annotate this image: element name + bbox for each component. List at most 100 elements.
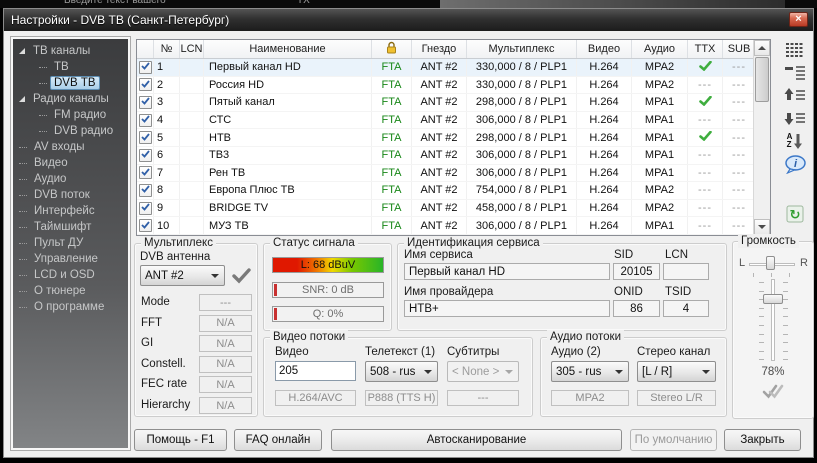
- close-button[interactable]: Закрыть: [724, 429, 801, 451]
- autoscan-button[interactable]: Автосканирование: [331, 429, 622, 451]
- channel-checkbox[interactable]: [139, 202, 152, 215]
- sort-az-icon[interactable]: AZ: [782, 131, 808, 151]
- sidebar-item[interactable]: ТВ каналы: [13, 43, 128, 59]
- sidebar-item-label: О программе: [30, 300, 108, 314]
- channel-sub: ---: [723, 59, 755, 76]
- header-checkbox-column[interactable]: [137, 40, 154, 58]
- channel-ttx: [688, 94, 723, 111]
- header-lcn[interactable]: LCN: [180, 40, 204, 58]
- titlebar[interactable]: Настройки - DVB ТВ (Санкт-Петербург) ×: [4, 9, 813, 31]
- header-name[interactable]: Наименование: [204, 40, 372, 58]
- channel-number: 9: [154, 200, 180, 217]
- channel-row[interactable]: 10МУЗ ТВFTAANT #2306,000 / 8 / PLP1H.264…: [137, 217, 755, 235]
- sidebar-item[interactable]: AV входы: [13, 139, 128, 155]
- sidebar-item[interactable]: DVB радио: [13, 123, 128, 139]
- check-icon: [141, 96, 150, 108]
- channel-row[interactable]: 6ТВ3FTAANT #2306,000 / 8 / PLP1H.264MPA1…: [137, 147, 755, 165]
- channel-table-body: 1Первый канал HDFTAANT #2330,000 / 8 / P…: [137, 59, 755, 235]
- header-socket[interactable]: Гнездо: [412, 40, 467, 58]
- scroll-down-button[interactable]: [754, 219, 770, 235]
- sidebar-item[interactable]: ТВ: [13, 59, 128, 75]
- volume-slider[interactable]: [771, 279, 775, 361]
- audio-select[interactable]: 305 - rus: [551, 361, 629, 382]
- channel-table-header: № LCN Наименование Гнездо Мультиплекс Ви…: [137, 40, 755, 59]
- sidebar-item[interactable]: О тюнере: [13, 283, 128, 299]
- remove-channel-icon[interactable]: [782, 62, 808, 82]
- header-encrypted[interactable]: [372, 40, 412, 58]
- tree-expand-icon[interactable]: [19, 96, 25, 102]
- scroll-up-button[interactable]: [754, 40, 770, 56]
- header-multiplex[interactable]: Мультиплекс: [467, 40, 577, 58]
- header-sub[interactable]: SUB: [723, 40, 755, 58]
- table-list-icon[interactable]: [782, 39, 808, 59]
- scrollbar-thumb[interactable]: [755, 57, 769, 102]
- sidebar-item-label: Видео: [30, 156, 72, 170]
- balance-thumb[interactable]: [766, 256, 775, 270]
- antenna-label: DVB антенна: [140, 251, 210, 263]
- channel-checkbox[interactable]: [139, 184, 152, 197]
- move-up-icon[interactable]: [782, 85, 808, 105]
- lcn-field: [663, 263, 709, 280]
- channel-checkbox[interactable]: [139, 131, 152, 144]
- sidebar-item[interactable]: Таймшифт: [13, 219, 128, 235]
- chevron-down-icon: [702, 370, 710, 374]
- channel-audio-codec: MPA1: [632, 94, 688, 111]
- channel-access: FTA: [372, 147, 412, 164]
- channel-row[interactable]: 9BRIDGE TVFTAANT #2458,000 / 8 / PLP1H.2…: [137, 200, 755, 218]
- channel-checkbox[interactable]: [139, 149, 152, 162]
- tree-expand-icon[interactable]: [19, 48, 25, 54]
- sidebar-item[interactable]: Управление: [13, 251, 128, 267]
- move-down-icon[interactable]: [782, 108, 808, 128]
- titlebar-close-button[interactable]: ×: [789, 12, 808, 27]
- tree-connector: [39, 67, 47, 68]
- channel-row[interactable]: 3Пятый каналFTAANT #2298,000 / 8 / PLP1H…: [137, 94, 755, 112]
- video-pid-input[interactable]: [275, 361, 356, 381]
- sidebar-item[interactable]: Пульт ДУ: [13, 235, 128, 251]
- sidebar-item[interactable]: DVB поток: [13, 187, 128, 203]
- sidebar-item[interactable]: DVB ТВ: [13, 75, 128, 91]
- volume-percent: 78%: [733, 366, 813, 378]
- sidebar-item[interactable]: Аудио: [13, 171, 128, 187]
- channel-row[interactable]: 1Первый канал HDFTAANT #2330,000 / 8 / P…: [137, 59, 755, 77]
- antenna-select[interactable]: ANT #2: [140, 265, 225, 286]
- channel-checkbox[interactable]: [139, 96, 152, 109]
- channel-checkbox[interactable]: [139, 114, 152, 127]
- check-icon: [141, 167, 150, 179]
- channel-row[interactable]: 4СТСFTAANT #2306,000 / 8 / PLP1H.264MPA1…: [137, 112, 755, 130]
- teletext-select[interactable]: 508 - rus: [365, 361, 438, 382]
- table-scrollbar[interactable]: [753, 40, 770, 235]
- channel-row[interactable]: 7Рен ТВFTAANT #2306,000 / 8 / PLP1H.264M…: [137, 165, 755, 183]
- faq-button[interactable]: FAQ онлайн: [234, 429, 322, 451]
- mux-param-label: Hierarchy: [141, 399, 190, 411]
- channel-checkbox[interactable]: [139, 61, 152, 74]
- sidebar-item[interactable]: Видео: [13, 155, 128, 171]
- header-ttx[interactable]: TTX: [688, 40, 723, 58]
- sidebar-item[interactable]: FM радио: [13, 107, 128, 123]
- channel-checkbox[interactable]: [139, 166, 152, 179]
- channel-name: МУЗ ТВ: [204, 217, 372, 234]
- apply-antenna-button[interactable]: [231, 268, 251, 289]
- info-icon[interactable]: i: [782, 154, 808, 174]
- sidebar-item[interactable]: Интерфейс: [13, 203, 128, 219]
- sidebar-tree: ТВ каналыТВDVB ТВРадио каналыFM радиоDVB…: [11, 37, 130, 450]
- help-button[interactable]: Помощь - F1: [134, 429, 227, 451]
- service-id-group: Идентификация сервиса Имя сервиса SID LC…: [397, 243, 727, 331]
- sidebar-item[interactable]: Радио каналы: [13, 91, 128, 107]
- channel-row[interactable]: 8Европа Плюс ТВFTAANT #2754,000 / 8 / PL…: [137, 182, 755, 200]
- channel-socket: ANT #2: [412, 129, 467, 146]
- channel-row[interactable]: 5НТВFTAANT #2298,000 / 8 / PLP1H.264MPA1…: [137, 129, 755, 147]
- sidebar-item[interactable]: О программе: [13, 299, 128, 315]
- defaults-button[interactable]: По умолчанию: [630, 429, 717, 451]
- header-number[interactable]: №: [154, 40, 180, 58]
- arrow-down-icon: [758, 225, 766, 229]
- header-video[interactable]: Видео: [577, 40, 632, 58]
- refresh-icon[interactable]: ↻: [782, 204, 808, 224]
- channel-checkbox[interactable]: [139, 219, 152, 232]
- sidebar-item[interactable]: LCD и OSD: [13, 267, 128, 283]
- volume-thumb[interactable]: [763, 294, 783, 304]
- channel-row[interactable]: 2Россия HDFTAANT #2330,000 / 8 / PLP1H.2…: [137, 77, 755, 95]
- channel-checkbox[interactable]: [139, 78, 152, 91]
- channel-audio-codec: MPA1: [632, 129, 688, 146]
- header-audio[interactable]: Аудио: [632, 40, 688, 58]
- stereo-select[interactable]: [L / R]: [637, 361, 716, 382]
